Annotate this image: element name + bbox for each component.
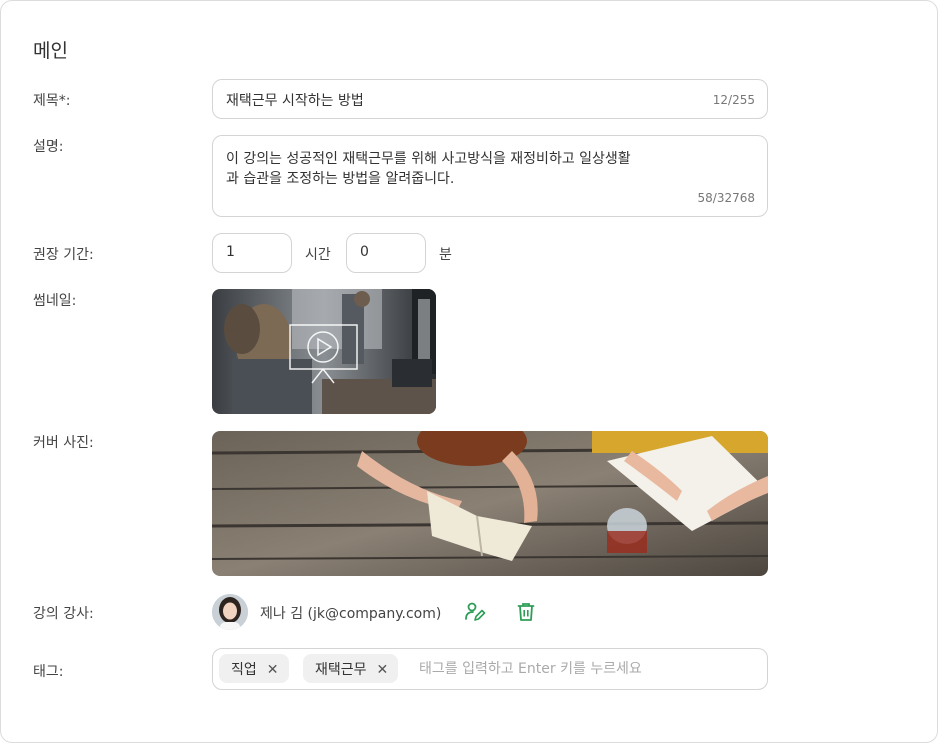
cover-label: 커버 사진: (33, 435, 94, 451)
description-line-2: 과 습관을 조정하는 방법을 알려줍니다. (226, 171, 455, 187)
duration-label: 권장 기간: (33, 247, 94, 263)
avatar-illustration (212, 594, 248, 630)
cover-illustration (212, 431, 768, 576)
tag-entry-input[interactable] (419, 658, 759, 680)
cover-image[interactable] (212, 431, 768, 576)
instructor-label: 강의 강사: (33, 606, 94, 622)
duration-hours-input[interactable]: 1 (212, 233, 292, 273)
tag-chip-label: 재택근무 (315, 662, 367, 678)
title-label: 제목*: (33, 93, 71, 109)
title-input[interactable]: 재택근무 시작하는 방법 12/255 (212, 79, 768, 119)
thumbnail-label: 썸네일: (33, 293, 77, 309)
duration-minutes-value: 0 (360, 244, 369, 260)
tag-chip-career: 직업 ✕ (219, 654, 289, 683)
title-value: 재택근무 시작하는 방법 (226, 93, 364, 109)
description-line-1: 이 강의는 성공적인 재택근무를 위해 사고방식을 재정비하고 일상생활 (226, 151, 631, 167)
description-textarea[interactable]: 이 강의는 성공적인 재택근무를 위해 사고방식을 재정비하고 일상생활 과 습… (212, 135, 768, 217)
course-form-card: 메인 제목*: 재택근무 시작하는 방법 12/255 설명: 이 강의는 성공… (0, 0, 938, 743)
tag-chip-remote-work: 재택근무 ✕ (303, 654, 399, 683)
duration-hours-value: 1 (226, 244, 235, 260)
duration-minutes-input[interactable]: 0 (346, 233, 426, 273)
tag-chip-label: 직업 (231, 662, 257, 678)
minutes-unit: 분 (439, 247, 452, 263)
remove-tag-icon[interactable]: ✕ (267, 662, 279, 678)
remove-tag-icon[interactable]: ✕ (377, 662, 389, 678)
tags-label: 태그: (33, 664, 64, 680)
edit-user-icon[interactable] (464, 601, 486, 623)
description-label: 설명: (33, 139, 64, 155)
instructor-avatar (212, 594, 248, 630)
instructor-name: 제나 김 (jk@company.com) (260, 606, 442, 622)
title-counter: 12/255 (712, 93, 755, 107)
hours-unit: 시간 (305, 247, 331, 263)
thumbnail-image[interactable] (212, 289, 436, 414)
trash-icon[interactable] (515, 601, 537, 623)
play-video-icon (289, 324, 358, 384)
description-counter: 58/32768 (697, 191, 756, 205)
section-title: 메인 (33, 40, 68, 62)
